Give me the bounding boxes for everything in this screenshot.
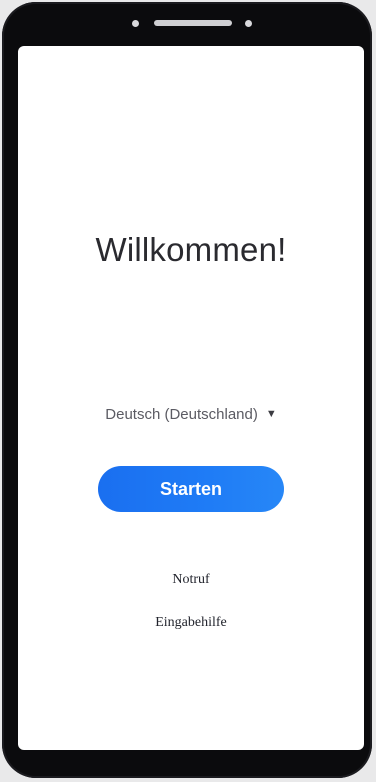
start-button[interactable]: Starten [98,466,284,512]
accessibility-link[interactable]: Eingabehilfe [18,615,364,631]
setup-screen: Willkommen! Deutsch (Deutschland) ▼ Star… [18,46,364,750]
front-camera-icon [132,20,139,27]
earpiece-speaker [154,20,232,26]
proximity-sensor-icon [245,20,252,27]
language-selector-value: Deutsch (Deutschland) [105,406,258,423]
dropdown-triangle-icon: ▼ [265,408,277,420]
start-button-label: Starten [159,478,222,499]
emergency-call-link[interactable]: Notruf [18,572,364,588]
phone-frame: Willkommen! Deutsch (Deutschland) ▼ Star… [2,2,372,778]
welcome-title: Willkommen! [95,231,287,268]
language-selector[interactable]: Deutsch (Deutschland) ▼ [18,406,364,423]
